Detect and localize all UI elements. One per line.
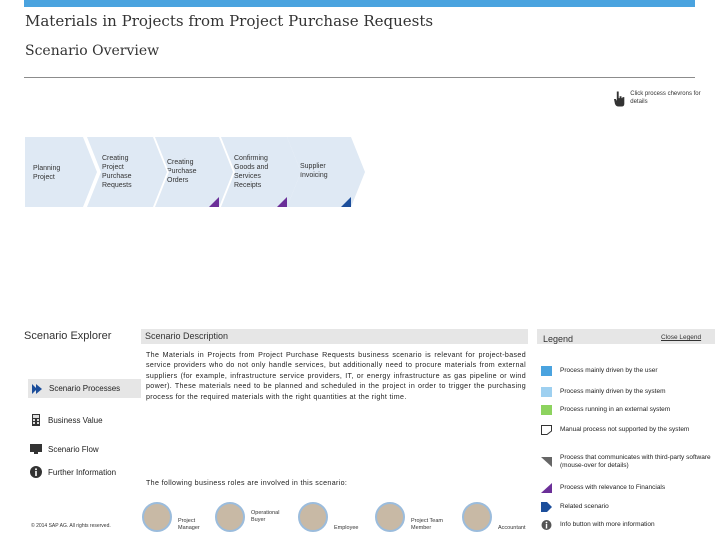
legend-item-info-button: Info button with more information	[541, 520, 716, 530]
scenario-description-heading: Scenario Description	[141, 329, 528, 344]
avatar	[462, 502, 492, 532]
role-label: Project Manager	[178, 518, 200, 531]
info-icon	[541, 520, 552, 530]
legend-item-external: Process running in an external system	[541, 405, 716, 415]
legend-item-user: Process mainly driven by the user	[541, 366, 716, 376]
role-project-team-member[interactable]: Project Team Member	[375, 502, 451, 532]
financials-marker	[209, 197, 219, 207]
legend-label: Process that communicates with third-par…	[560, 454, 711, 469]
click-hint-text: Click process chevrons for details	[630, 91, 701, 105]
chevron-label: Planning Project	[33, 165, 61, 181]
process-flow: Planning Project Creating Project Purcha…	[25, 137, 365, 207]
legend-swatch	[541, 366, 552, 376]
chevron-label: Creating Purchase Orders	[167, 159, 197, 184]
legend-item-third-party: Process that communicates with third-par…	[541, 454, 716, 470]
business-roles: Project Manager Operational Buyer Employ…	[140, 502, 540, 540]
legend-swatch	[541, 387, 552, 397]
legend-item-system: Process mainly driven by the system	[541, 387, 716, 397]
role-project-manager[interactable]: Project Manager	[142, 502, 218, 532]
legend-label: Process mainly driven by the system	[560, 388, 666, 395]
header-divider	[24, 77, 695, 78]
role-label: Project Team Member	[411, 518, 443, 531]
top-accent-bar	[24, 0, 695, 7]
scenario-description-text: The Materials in Projects from Project P…	[146, 351, 526, 401]
financials-corner-icon	[541, 483, 552, 493]
roles-intro: The following business roles are involve…	[146, 479, 348, 487]
explorer-item-business-value[interactable]: Business Value	[30, 414, 103, 426]
financials-marker	[277, 197, 287, 207]
role-employee[interactable]: Employee	[298, 502, 374, 532]
chevron-label: Supplier Invoicing	[300, 163, 328, 179]
avatar	[215, 502, 245, 532]
avatar	[375, 502, 405, 532]
explorer-item-scenario-processes[interactable]: Scenario Processes	[28, 379, 141, 398]
calculator-icon	[32, 414, 40, 426]
page-subtitle: Scenario Overview	[25, 43, 160, 59]
hand-pointer-icon	[614, 91, 625, 107]
legend-label: Related scenario	[560, 503, 609, 510]
related-scenario-marker	[341, 197, 351, 207]
close-legend-link[interactable]: Close Legend	[661, 334, 701, 341]
click-hint: Click process chevrons for details	[614, 90, 714, 108]
explorer-item-scenario-flow[interactable]: Scenario Flow	[30, 443, 99, 455]
explorer-item-label: Business Value	[48, 415, 103, 425]
role-accountant[interactable]: Accountant	[462, 502, 538, 532]
chevron-creating-project-purchase-requests[interactable]: Creating Project Purchase Requests	[87, 137, 167, 207]
role-operational-buyer[interactable]: Operational Buyer	[215, 502, 291, 532]
legend-item-related-scenario: Related scenario	[541, 502, 716, 512]
chevron-confirming-goods-receipts[interactable]: Confirming Goods and Services Receipts	[221, 137, 301, 207]
legend-label: Process mainly driven by the user	[560, 367, 658, 374]
legend-swatch	[541, 405, 552, 415]
avatar	[142, 502, 172, 532]
copyright: © 2014 SAP AG. All rights reserved.	[31, 523, 111, 529]
legend-item-financials: Process with relevance to Financials	[541, 483, 716, 493]
page-title: Materials in Projects from Project Purch…	[25, 12, 434, 30]
third-party-corner-icon	[541, 457, 552, 467]
chevron-label: Creating Project Purchase Requests	[102, 155, 132, 189]
manual-process-icon	[541, 425, 552, 435]
chevron-planning-project[interactable]: Planning Project	[25, 137, 97, 207]
legend-title: Legend	[543, 334, 574, 344]
explorer-item-further-information[interactable]: Further Information	[30, 466, 116, 478]
chevron-label: Confirming Goods and Services Receipts	[234, 155, 269, 189]
avatar	[298, 502, 328, 532]
explorer-item-label: Scenario Flow	[48, 444, 99, 454]
legend-label: Manual process not supported by the syst…	[560, 426, 690, 433]
legend-label: Info button with more information	[560, 521, 655, 528]
legend-label: Process running in an external system	[560, 406, 671, 413]
role-label: Operational Buyer	[251, 510, 280, 523]
related-scenario-icon	[541, 502, 552, 512]
arrow-icon	[32, 383, 42, 394]
scenario-explorer-title: Scenario Explorer	[24, 330, 112, 342]
legend-label: Process with relevance to Financials	[560, 484, 666, 491]
legend-item-manual: Manual process not supported by the syst…	[541, 425, 716, 435]
explorer-item-label: Further Information	[48, 467, 117, 477]
role-label: Employee	[334, 525, 359, 531]
explorer-item-label: Scenario Processes	[49, 384, 121, 393]
monitor-icon	[30, 444, 42, 454]
info-icon	[30, 466, 42, 478]
role-label: Accountant	[498, 525, 526, 531]
